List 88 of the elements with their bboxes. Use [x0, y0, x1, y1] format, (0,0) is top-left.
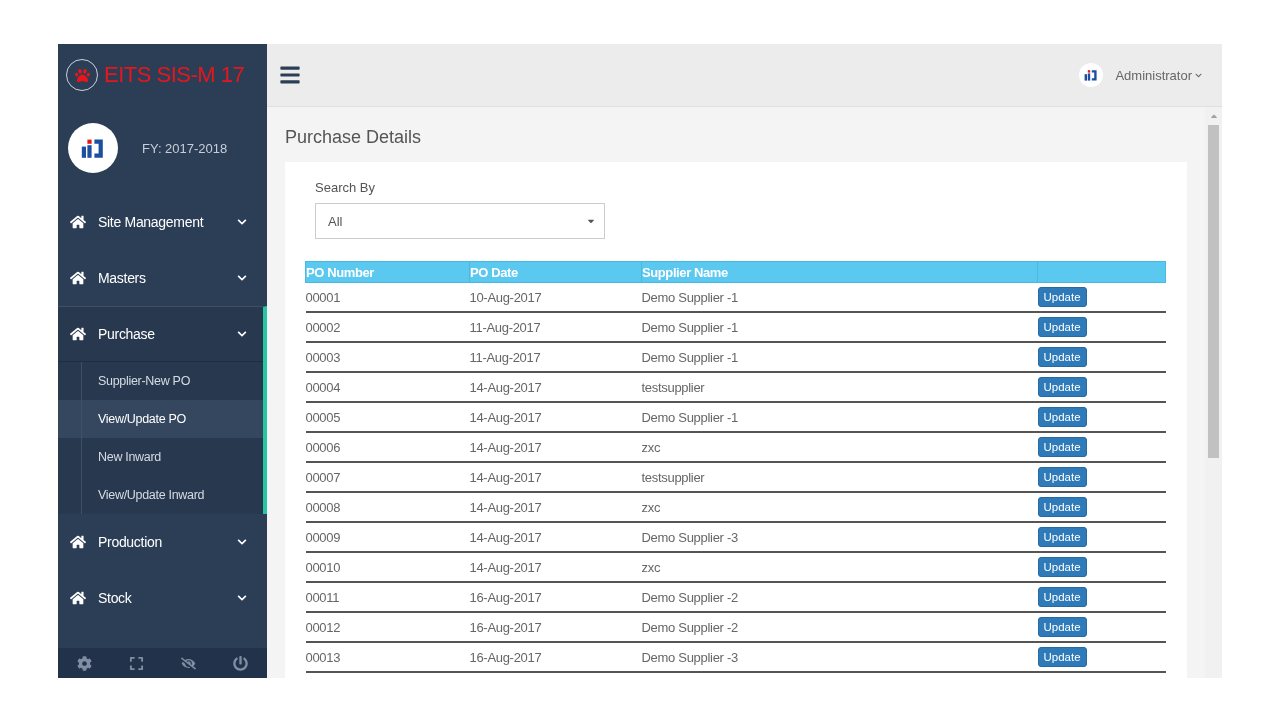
update-button[interactable]: Update — [1037, 287, 1087, 307]
fiscal-year: FY: 2017-2018 — [142, 140, 228, 156]
table-cell: 14-Aug-2017 — [469, 522, 642, 552]
table-cell: 00011 — [305, 582, 470, 612]
menu-icon[interactable] — [279, 64, 301, 86]
home-icon — [70, 326, 86, 342]
table-cell: 00008 — [305, 492, 470, 522]
table-cell: Demo Supplier -1 — [641, 402, 1038, 432]
table-cell: 16-Aug-2017 — [469, 642, 642, 672]
update-button[interactable]: Update — [1037, 437, 1087, 457]
chevron-down-icon — [237, 329, 247, 339]
update-button[interactable]: Update — [1037, 497, 1087, 517]
table-cell: Demo Supplier -3 — [641, 642, 1038, 672]
table-cell: 00012 — [305, 612, 470, 642]
table-cell: testsupplier — [641, 462, 1038, 492]
table-cell: 14-Aug-2017 — [469, 492, 642, 522]
table-cell: Demo Supplier -1 — [641, 282, 1038, 312]
table-cell: 00002 — [305, 312, 470, 342]
page-title: Purchase Details — [285, 127, 423, 148]
table-cell: Demo Supplier -2 — [641, 612, 1038, 642]
table-cell: 00013 — [305, 642, 470, 672]
submenu-item[interactable]: Supplier-New PO — [58, 362, 263, 400]
search-by-select[interactable]: All — [315, 203, 605, 239]
table-cell: Demo Supplier -1 — [641, 312, 1038, 342]
company-logo — [68, 123, 118, 173]
expand-icon[interactable] — [128, 655, 144, 671]
chevron-down-icon — [237, 217, 247, 227]
update-button[interactable]: Update — [1037, 317, 1087, 337]
update-button[interactable]: Update — [1037, 647, 1087, 667]
user-logo — [1079, 63, 1104, 87]
table-cell: 11-Aug-2017 — [469, 342, 642, 372]
chevron-down-icon — [1195, 71, 1202, 79]
update-button[interactable]: Update — [1037, 467, 1087, 487]
home-icon — [70, 214, 86, 230]
table-cell: zxc — [641, 432, 1038, 462]
power-icon[interactable] — [233, 655, 249, 671]
chevron-down-icon — [237, 537, 247, 547]
settings-icon[interactable] — [76, 655, 92, 671]
menu-item[interactable]: Stock — [58, 571, 263, 626]
table-cell: Demo Supplier -3 — [641, 522, 1038, 552]
table-cell: testsupplier — [641, 372, 1038, 402]
table-cell: 14-Aug-2017 — [469, 372, 642, 402]
eye-slash-icon[interactable] — [181, 655, 197, 671]
menu-item[interactable]: Production — [58, 515, 263, 570]
table-cell: 00009 — [305, 522, 470, 552]
column-header: PO Number — [305, 261, 470, 283]
update-button[interactable]: Update — [1037, 557, 1087, 577]
table-cell: 14-Aug-2017 — [469, 462, 642, 492]
table-cell: zxc — [641, 492, 1038, 522]
column-header: PO Date — [469, 261, 642, 283]
chevron-down-icon — [237, 593, 247, 603]
table-cell: 00005 — [305, 402, 470, 432]
table-cell: 00001 — [305, 282, 470, 312]
update-button[interactable]: Update — [1037, 527, 1087, 547]
submenu-item[interactable]: View/Update PO — [58, 400, 263, 438]
table-cell: 00006 — [305, 432, 470, 462]
table-cell: 11-Aug-2017 — [469, 312, 642, 342]
home-icon — [70, 590, 86, 606]
home-icon — [70, 534, 86, 550]
table-cell: 16-Aug-2017 — [469, 582, 642, 612]
submenu-item[interactable]: New Inward — [58, 438, 263, 476]
submenu-item[interactable]: View/Update Inward — [58, 476, 263, 514]
update-button[interactable]: Update — [1037, 587, 1087, 607]
update-button[interactable]: Update — [1037, 407, 1087, 427]
column-header: Supplier Name — [641, 261, 1038, 283]
table-cell: 14-Aug-2017 — [469, 552, 642, 582]
menu-item[interactable]: Site Management — [58, 195, 263, 250]
table-cell: zxc — [641, 552, 1038, 582]
table-cell: 16-Aug-2017 — [469, 612, 642, 642]
menu-item[interactable]: Purchase — [58, 307, 263, 362]
table-cell: Demo Supplier -1 — [641, 342, 1038, 372]
table-cell: 14-Aug-2017 — [469, 402, 642, 432]
field-label: Search By — [315, 180, 376, 195]
table-cell: 00007 — [305, 462, 470, 492]
table-cell: 00004 — [305, 372, 470, 402]
app-title: EITS SIS-M 17 — [104, 62, 245, 88]
menu-item[interactable]: Masters — [58, 251, 263, 306]
chevron-down-icon — [237, 273, 247, 283]
update-button[interactable]: Update — [1037, 377, 1087, 397]
table-cell: Demo Supplier -2 — [641, 582, 1038, 612]
table-cell: 10-Aug-2017 — [469, 282, 642, 312]
update-button[interactable]: Update — [1037, 617, 1087, 637]
table-cell: 00003 — [305, 342, 470, 372]
user-menu[interactable]: Administrator — [1115, 67, 1202, 83]
table-cell: 14-Aug-2017 — [469, 432, 642, 462]
update-button[interactable]: Update — [1037, 347, 1087, 367]
table-cell: 00010 — [305, 552, 470, 582]
home-icon — [70, 270, 86, 286]
